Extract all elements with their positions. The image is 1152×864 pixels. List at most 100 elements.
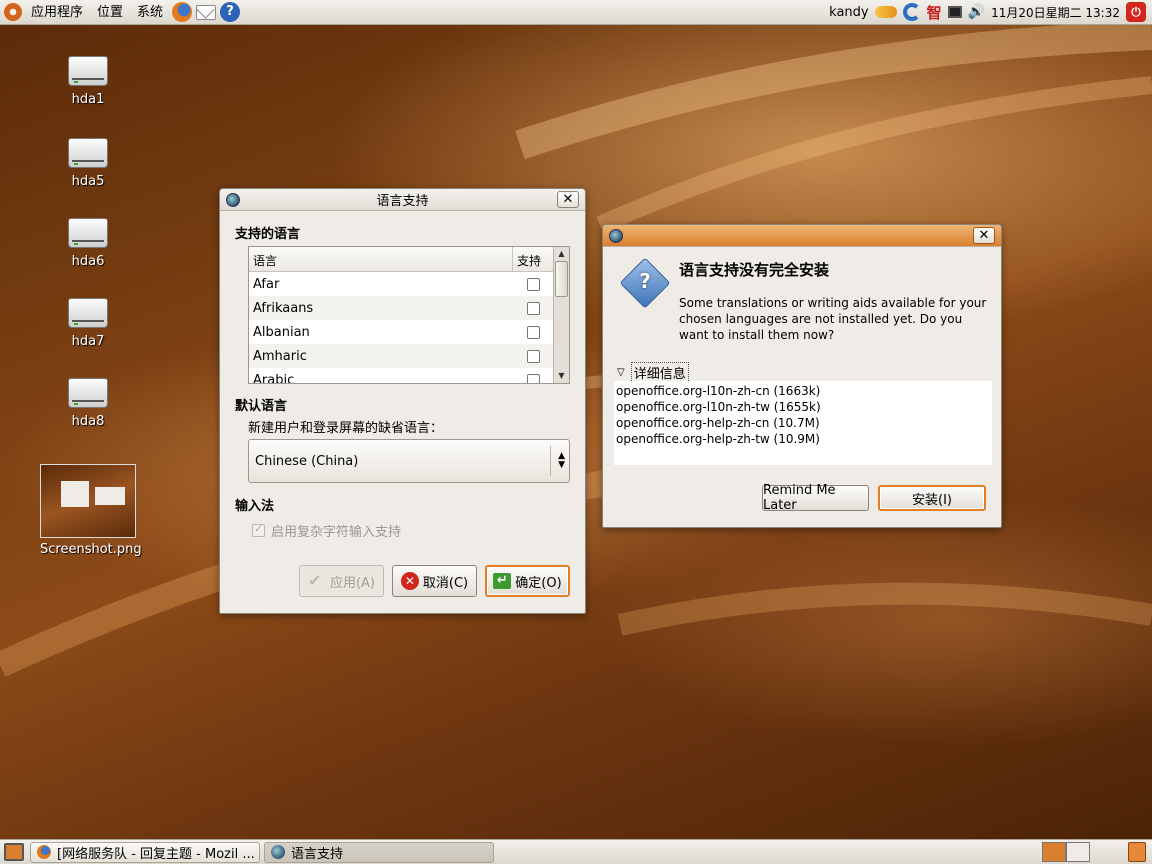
- desktop-icon-label: Screenshot.png: [40, 542, 142, 557]
- close-button[interactable]: ✕: [557, 191, 579, 208]
- window-title: 语言支持: [376, 194, 429, 209]
- complex-input-check-box[interactable]: [252, 522, 265, 537]
- scroll-up-arrow-icon[interactable]: ▲: [554, 247, 569, 261]
- list-item[interactable]: Afar: [249, 272, 553, 296]
- help-icon[interactable]: ?: [220, 2, 241, 22]
- window-menu-icon[interactable]: [226, 192, 240, 207]
- list-scrollbar[interactable]: ▲ ▼: [553, 247, 569, 383]
- dialog-heading: 语言支持没有完全安装: [679, 261, 830, 279]
- question-mark-glyph: ?: [639, 269, 651, 293]
- workspace-1[interactable]: [1042, 842, 1066, 862]
- volume-icon[interactable]: 🔊: [968, 4, 985, 20]
- package-item: openoffice.org-l10n-zh-cn (1663k): [616, 384, 821, 398]
- details-expander[interactable]: ▽ 详细信息: [617, 362, 689, 383]
- trash-icon[interactable]: [1128, 842, 1146, 862]
- ok-button[interactable]: ↵ 确定(O): [485, 565, 570, 597]
- support-checkbox[interactable]: [526, 301, 540, 315]
- desktop-icon-label: hda1: [71, 92, 105, 107]
- support-checkbox[interactable]: [526, 277, 540, 291]
- menu-places[interactable]: 位置: [90, 0, 130, 25]
- scroll-down-arrow-icon[interactable]: ▼: [554, 369, 569, 383]
- image-thumbnail-icon: [40, 464, 136, 538]
- titlebar[interactable]: 语言支持 ✕: [220, 189, 585, 211]
- default-language-heading: 默认语言: [235, 399, 288, 414]
- titlebar[interactable]: ✕: [603, 225, 1001, 247]
- supported-languages-heading: 支持的语言: [235, 227, 301, 242]
- desktop-icon-screenshot[interactable]: Screenshot.png: [40, 464, 142, 557]
- switch-user-icon[interactable]: [874, 6, 897, 18]
- drive-icon: [68, 298, 108, 328]
- default-language-description: 新建用户和登录屏幕的缺省语言：: [248, 421, 444, 436]
- cancel-icon: ✕: [400, 572, 419, 590]
- complex-input-checkbox[interactable]: 启用复杂字符输入支持: [252, 521, 401, 540]
- window-menu-icon[interactable]: [609, 228, 623, 243]
- ubuntu-logo-icon[interactable]: [4, 3, 22, 21]
- panel-tray: kandy 智 🔊 11月20日星期二 13:32 ⏻: [829, 0, 1152, 25]
- cancel-button[interactable]: ✕ 取消(C): [392, 565, 477, 597]
- package-item: openoffice.org-l10n-zh-tw (1655k): [616, 400, 821, 414]
- support-checkbox[interactable]: [526, 325, 540, 339]
- support-checkbox[interactable]: [526, 349, 540, 363]
- desktop-icon-hda7[interactable]: hda7: [40, 298, 136, 349]
- column-header-support[interactable]: 支持: [513, 247, 553, 271]
- network-icon[interactable]: [947, 6, 962, 18]
- taskbar-item-language-support[interactable]: 语言支持: [264, 841, 494, 863]
- update-icon[interactable]: [902, 3, 921, 21]
- language-name: Amharic: [253, 348, 307, 364]
- desktop-icon-hda1[interactable]: hda1: [40, 56, 136, 107]
- default-language-value: Chinese (China): [255, 453, 359, 469]
- support-checkbox[interactable]: [526, 373, 540, 383]
- firefox-icon[interactable]: [172, 2, 193, 22]
- taskbar-item-firefox[interactable]: [网络服务队 - 回复主题 - Mozil ...: [30, 841, 260, 863]
- apply-button[interactable]: ✔ 应用(A): [299, 565, 384, 597]
- desktop-icon-hda8[interactable]: hda8: [40, 378, 136, 429]
- language-list: 语言 支持 Afar Afrikaans Albanian Amharic Ar…: [248, 246, 570, 384]
- remind-later-button[interactable]: Remind Me Later: [762, 483, 869, 513]
- complex-input-label: 启用复杂字符输入支持: [271, 525, 402, 540]
- package-item: openoffice.org-help-zh-tw (10.9M): [616, 432, 820, 446]
- list-item[interactable]: Amharic: [249, 344, 553, 368]
- language-name: Afrikaans: [253, 300, 314, 316]
- drive-icon: [68, 378, 108, 408]
- power-icon[interactable]: ⏻: [1126, 2, 1146, 22]
- workspace-switcher[interactable]: [1042, 842, 1090, 862]
- default-language-select[interactable]: Chinese (China) ▲ ▼: [248, 439, 570, 483]
- combo-arrows-icon: ▲ ▼: [558, 451, 565, 470]
- drive-icon: [68, 218, 108, 248]
- mail-icon[interactable]: [196, 4, 217, 20]
- desktop-icon-label: hda8: [71, 414, 105, 429]
- language-name: Arabic: [253, 372, 295, 384]
- desktop-icon-hda5[interactable]: hda5: [40, 138, 136, 189]
- enter-arrow-icon: ↵: [493, 573, 512, 589]
- desktop-icon-hda6[interactable]: hda6: [40, 218, 136, 269]
- show-desktop-icon[interactable]: [4, 843, 24, 861]
- desktop-icon-label: hda7: [71, 334, 105, 349]
- top-panel: 应用程序 位置 系统 ? kandy 智 🔊 11月20日星期二 13:32 ⏻: [0, 0, 1152, 25]
- list-item[interactable]: Arabic: [249, 368, 553, 383]
- input-method-heading: 输入法: [235, 499, 275, 514]
- workspace-2[interactable]: [1066, 842, 1090, 862]
- dialog-message: Some translations or writing aids availa…: [679, 296, 987, 342]
- details-list: openoffice.org-l10n-zh-cn (1663k) openof…: [614, 381, 992, 465]
- firefox-icon: [37, 845, 51, 859]
- language-support-icon: [271, 845, 285, 859]
- menu-system[interactable]: 系统: [130, 0, 170, 25]
- user-name[interactable]: kandy: [829, 5, 868, 20]
- expander-arrow-icon: ▽: [617, 367, 625, 378]
- install-button[interactable]: 安装(I): [878, 485, 986, 511]
- column-header-language[interactable]: 语言: [249, 247, 513, 271]
- package-item: openoffice.org-help-zh-cn (10.7M): [616, 416, 820, 430]
- clock[interactable]: 11月20日星期二 13:32: [991, 4, 1120, 21]
- menu-applications[interactable]: 应用程序: [24, 0, 90, 25]
- details-label: 详细信息: [630, 362, 689, 383]
- bottom-panel: [网络服务队 - 回复主题 - Mozil ... 语言支持: [0, 839, 1152, 864]
- scroll-thumb[interactable]: [555, 261, 568, 297]
- list-header: 语言 支持: [249, 247, 569, 272]
- input-method-icon[interactable]: 智: [927, 2, 942, 23]
- language-name: Albanian: [253, 324, 310, 340]
- list-item[interactable]: Albanian: [249, 320, 553, 344]
- drive-icon: [68, 56, 108, 86]
- language-name: Afar: [253, 276, 280, 292]
- list-item[interactable]: Afrikaans: [249, 296, 553, 320]
- close-button[interactable]: ✕: [973, 227, 995, 244]
